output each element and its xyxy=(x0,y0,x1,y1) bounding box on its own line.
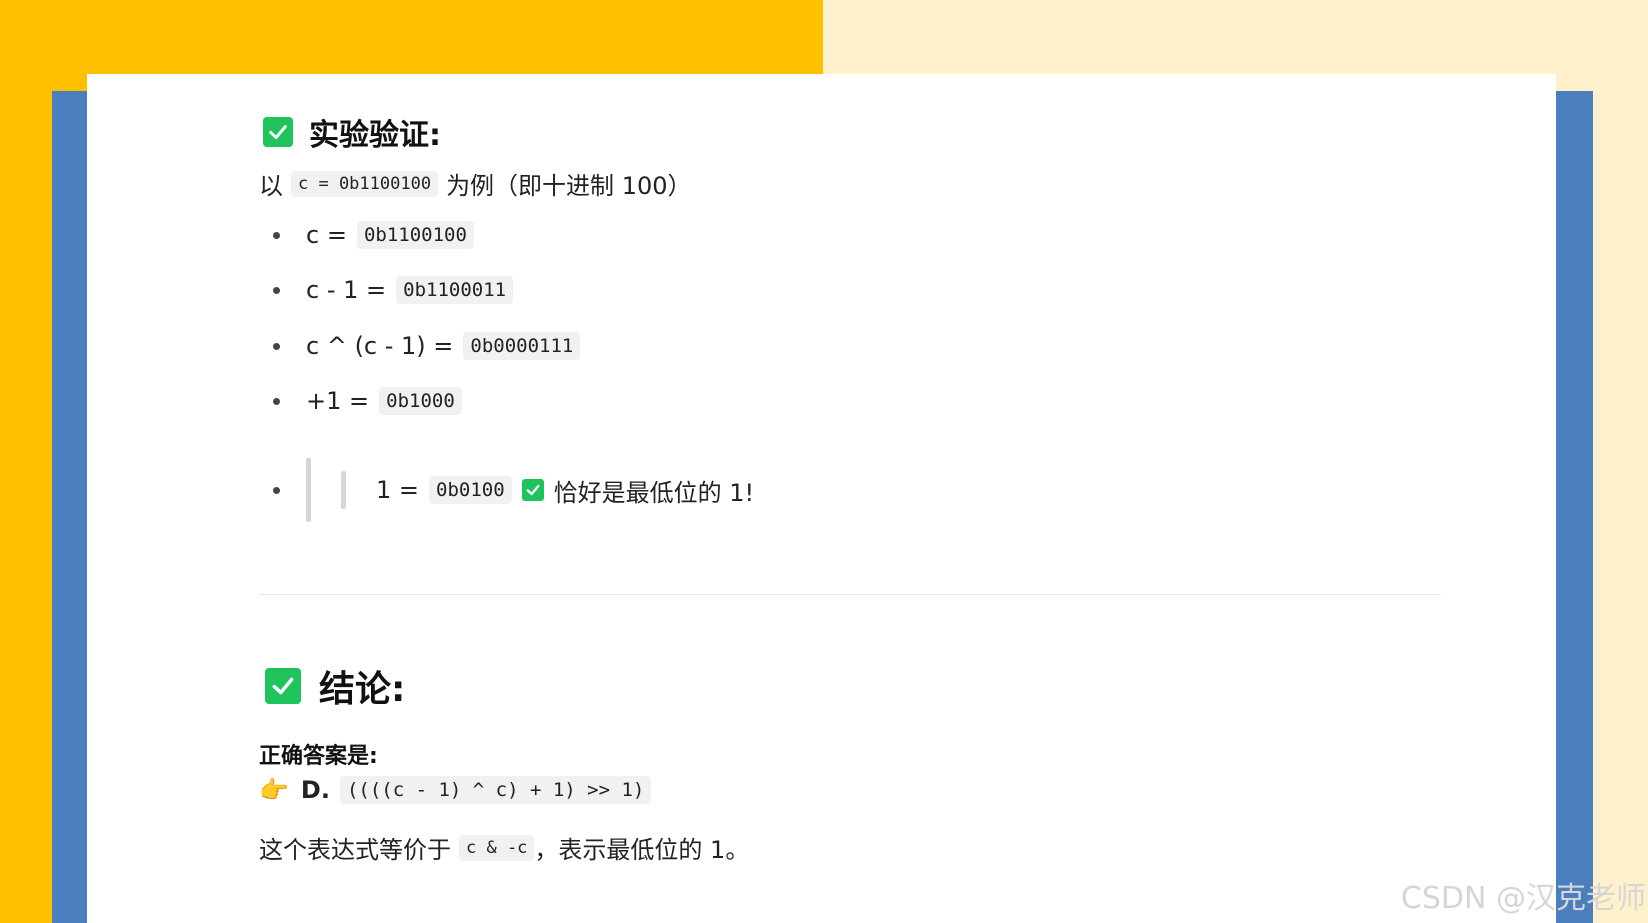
section-experiment-title: 实验验证: xyxy=(309,118,441,153)
section-conclusion-heading: 结论: xyxy=(265,660,405,712)
answer-code: ((((c - 1) ^ c) + 1) >> 1) xyxy=(339,776,652,804)
item-note: 恰好是最低位的 1! xyxy=(553,478,755,507)
bullet-dot xyxy=(273,231,280,239)
section-experiment-heading: 实验验证: xyxy=(263,110,441,154)
experiment-intro: 以 c = 0b1100100 为例（即十进制 100） xyxy=(259,166,692,201)
equiv-suffix: ，表示最低位的 1。 xyxy=(534,836,750,864)
check-mark-icon xyxy=(521,479,544,501)
answer-line: 👉 D. ((((c - 1) ^ c) + 1) >> 1) xyxy=(259,776,652,804)
item-code: 0b0100 xyxy=(429,476,512,504)
bullet-dot xyxy=(273,342,280,350)
item-label: 1 = xyxy=(376,476,420,504)
blockquote-bar-nested xyxy=(341,471,346,509)
list-item: c - 1 = 0b1100011 xyxy=(273,276,514,304)
equiv-prefix: 这个表达式等价于 xyxy=(259,836,451,864)
item-label: c ^ (c - 1) = xyxy=(306,332,454,360)
intro-code: c = 0b1100100 xyxy=(291,170,439,197)
check-mark-icon xyxy=(263,117,293,147)
list-item: c ^ (c - 1) = 0b0000111 xyxy=(273,332,581,360)
item-code: 0b1100100 xyxy=(356,221,474,249)
check-mark-icon xyxy=(265,668,301,704)
item-code: 0b1000 xyxy=(379,387,462,415)
list-item: c = 0b1100100 xyxy=(273,221,474,249)
bullet-dot xyxy=(273,397,280,405)
intro-prefix: 以 xyxy=(259,172,283,200)
item-code: 0b1100011 xyxy=(396,276,514,304)
list-item: +1 = 0b1000 xyxy=(273,387,462,415)
horizontal-divider xyxy=(259,594,1441,595)
answer-label: 正确答案是: xyxy=(259,744,378,769)
item-label: c - 1 = xyxy=(306,276,387,304)
section-conclusion-title: 结论: xyxy=(319,669,406,710)
equiv-code: c & -c xyxy=(459,834,535,861)
content-card: 实验验证: 以 c = 0b1100100 为例（即十进制 100） c = 0… xyxy=(87,74,1556,923)
list-item: 1 = 0b0100 恰好是最低位的 1! xyxy=(273,458,754,522)
equivalence-line: 这个表达式等价于 c & -c ，表示最低位的 1。 xyxy=(259,830,749,865)
answer-option: D. xyxy=(300,776,330,804)
blockquote-bar xyxy=(306,458,311,522)
item-label: c = xyxy=(306,221,347,249)
bullet-dot xyxy=(273,286,280,294)
intro-suffix: 为例（即十进制 100） xyxy=(446,172,692,200)
watermark: CSDN @汉克老师 xyxy=(1400,881,1646,916)
item-label: +1 = xyxy=(306,387,370,415)
bullet-dot xyxy=(273,486,280,494)
item-code: 0b0000111 xyxy=(463,332,581,360)
pointing-hand-icon: 👉 xyxy=(259,776,289,804)
